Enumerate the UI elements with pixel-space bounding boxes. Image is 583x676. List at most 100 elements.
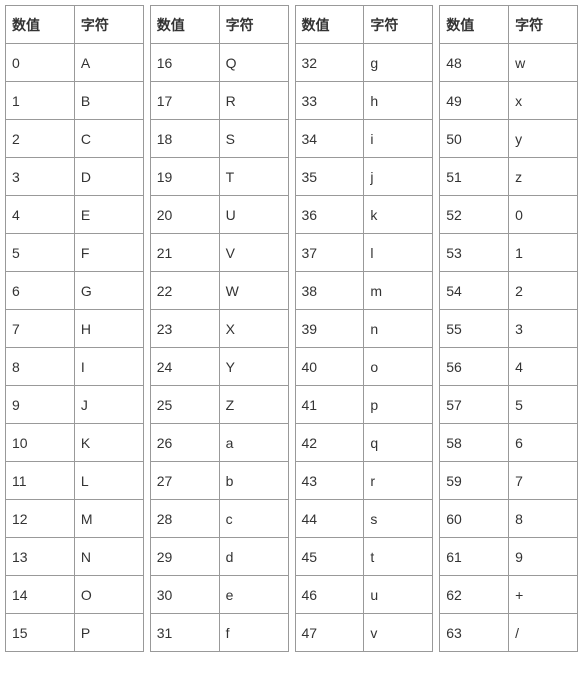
cell-char: x [509,82,578,120]
cell-char: m [364,272,433,310]
table-row: 16Q [150,44,288,82]
cell-char: j [364,158,433,196]
table-row: 14O [6,576,144,614]
table-row: 30e [150,576,288,614]
cell-value: 39 [295,310,364,348]
cell-value: 48 [440,44,509,82]
table-row: 39n [295,310,433,348]
cell-char: K [74,424,143,462]
cell-char: G [74,272,143,310]
table-row: 47v [295,614,433,652]
table-row: 0A [6,44,144,82]
table-row: 41p [295,386,433,424]
cell-value: 62 [440,576,509,614]
cell-value: 49 [440,82,509,120]
cell-char: h [364,82,433,120]
cell-value: 33 [295,82,364,120]
header-value: 数值 [295,6,364,44]
cell-value: 30 [150,576,219,614]
cell-value: 7 [6,310,75,348]
table-row: 8I [6,348,144,386]
header-char: 字符 [74,6,143,44]
table-row: 45t [295,538,433,576]
table-row: 19T [150,158,288,196]
header-value: 数值 [150,6,219,44]
cell-char: r [364,462,433,500]
table-row: 46u [295,576,433,614]
cell-char: 9 [509,538,578,576]
table-row: 9J [6,386,144,424]
table-row: 12M [6,500,144,538]
cell-char: U [219,196,288,234]
cell-char: M [74,500,143,538]
cell-char: C [74,120,143,158]
table-row: 17R [150,82,288,120]
header-value: 数值 [440,6,509,44]
cell-value: 40 [295,348,364,386]
table-row: 63/ [440,614,578,652]
cell-char: X [219,310,288,348]
table-row: 22W [150,272,288,310]
cell-value: 16 [150,44,219,82]
table-row: 33h [295,82,433,120]
cell-char: / [509,614,578,652]
table-header-row: 数值字符 [6,6,144,44]
cell-char: 7 [509,462,578,500]
cell-value: 36 [295,196,364,234]
cell-char: 0 [509,196,578,234]
cell-value: 54 [440,272,509,310]
table-row: 619 [440,538,578,576]
cell-value: 60 [440,500,509,538]
cell-char: F [74,234,143,272]
cell-value: 32 [295,44,364,82]
cell-char: I [74,348,143,386]
table-row: 26a [150,424,288,462]
cell-value: 61 [440,538,509,576]
table-row: 44s [295,500,433,538]
cell-char: s [364,500,433,538]
cell-value: 9 [6,386,75,424]
table-row: 3D [6,158,144,196]
table-row: 18S [150,120,288,158]
table-row: 32g [295,44,433,82]
cell-value: 56 [440,348,509,386]
cell-value: 45 [295,538,364,576]
table-header-row: 数值字符 [440,6,578,44]
cell-char: T [219,158,288,196]
cell-char: g [364,44,433,82]
cell-value: 12 [6,500,75,538]
cell-value: 15 [6,614,75,652]
table-row: 1B [6,82,144,120]
cell-char: O [74,576,143,614]
cell-value: 58 [440,424,509,462]
cell-value: 31 [150,614,219,652]
cell-value: 38 [295,272,364,310]
table-row: 6G [6,272,144,310]
table-row: 7H [6,310,144,348]
cell-char: E [74,196,143,234]
cell-char: 5 [509,386,578,424]
cell-char: B [74,82,143,120]
encoding-subtable-3: 数值字符48w49x50y51z520531542553564575586597… [439,5,578,652]
cell-value: 19 [150,158,219,196]
cell-value: 26 [150,424,219,462]
table-row: 42q [295,424,433,462]
cell-char: 2 [509,272,578,310]
table-row: 531 [440,234,578,272]
cell-value: 42 [295,424,364,462]
cell-char: t [364,538,433,576]
table-row: 520 [440,196,578,234]
encoding-subtable-1: 数值字符16Q17R18S19T20U21V22W23X24Y25Z26a27b… [150,5,289,652]
cell-char: c [219,500,288,538]
cell-char: Q [219,44,288,82]
header-value: 数值 [6,6,75,44]
table-row: 34i [295,120,433,158]
cell-char: P [74,614,143,652]
cell-value: 18 [150,120,219,158]
cell-char: u [364,576,433,614]
table-row: 10K [6,424,144,462]
cell-value: 43 [295,462,364,500]
cell-char: S [219,120,288,158]
cell-char: d [219,538,288,576]
table-row: 31f [150,614,288,652]
